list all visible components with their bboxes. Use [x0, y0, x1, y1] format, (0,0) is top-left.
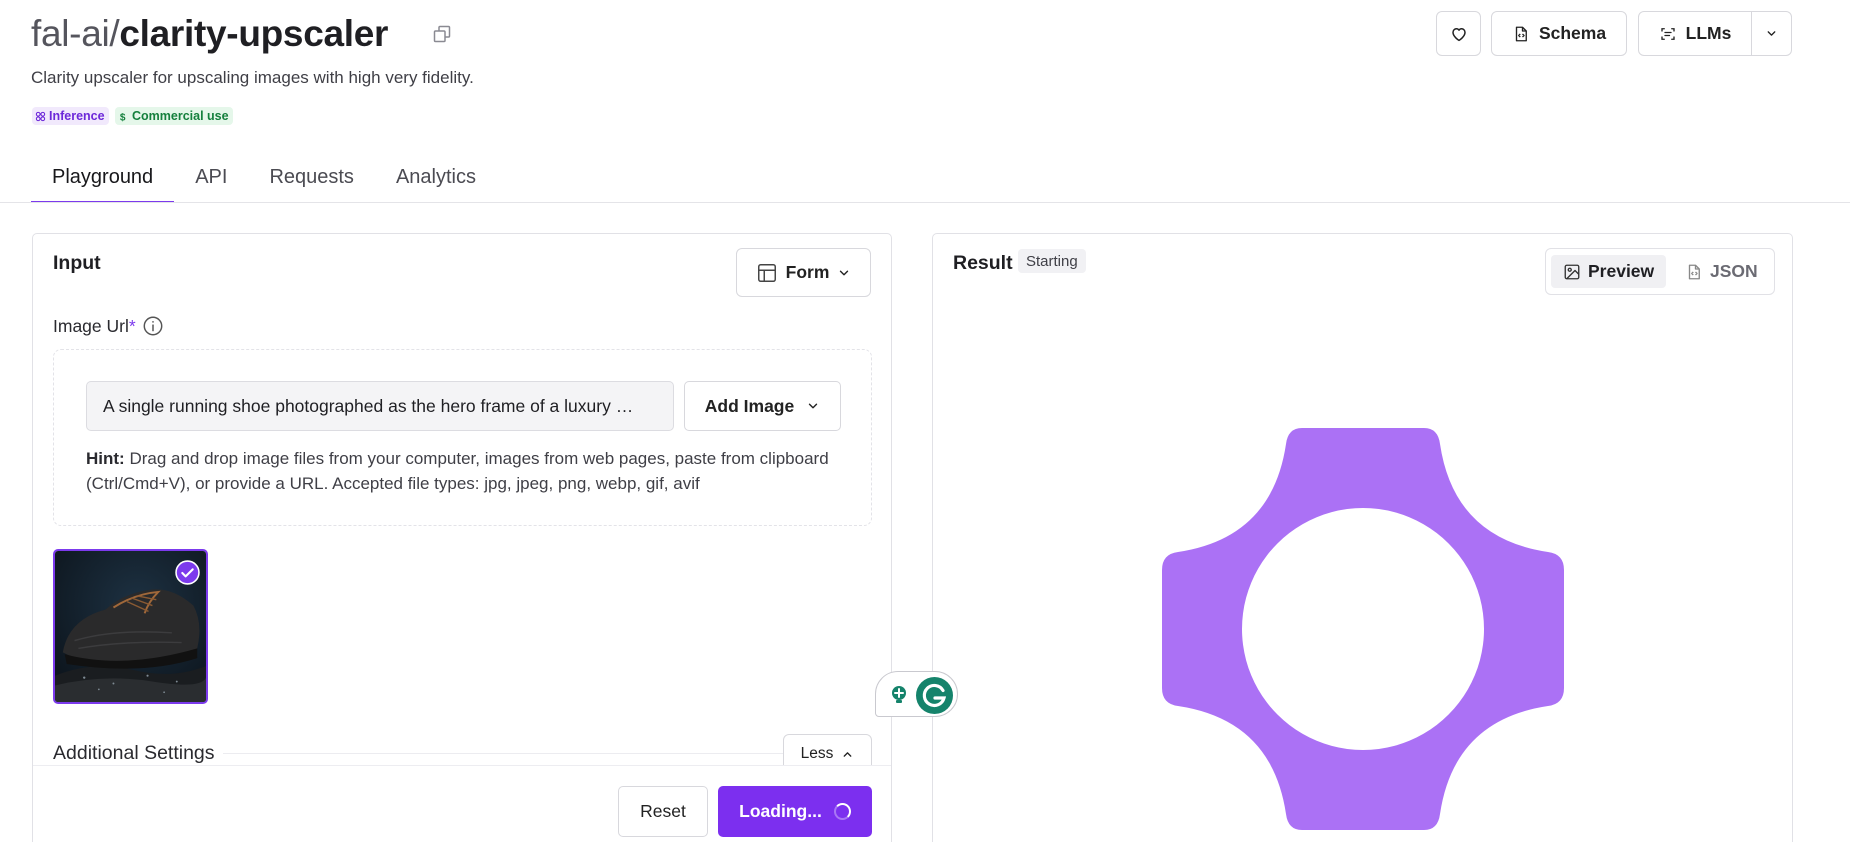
favorite-button[interactable] [1436, 11, 1481, 56]
image-dropzone[interactable]: Add Image Hint: Drag and drop image file… [53, 349, 872, 526]
copy-icon[interactable] [432, 24, 452, 44]
image-url-input[interactable] [86, 381, 674, 431]
reset-button[interactable]: Reset [618, 786, 708, 837]
file-code-icon [1688, 264, 1700, 279]
run-button[interactable]: Loading... [718, 786, 872, 837]
result-panel-title: Result [953, 252, 1013, 274]
spinner-icon [833, 803, 851, 820]
lightbulb-icon [892, 686, 906, 703]
layout-icon [757, 263, 776, 282]
grammarly-logo-icon [916, 677, 953, 714]
preview-label: Preview [1588, 261, 1655, 281]
heart-icon [1451, 27, 1466, 41]
chevron-up-icon [843, 751, 852, 757]
chevron-down-icon [840, 270, 849, 275]
chevron-down-icon [1767, 31, 1776, 36]
input-panel: Input Form Image Url* Add Image Hint: Dr… [32, 233, 892, 842]
add-image-label: Add Image [704, 395, 795, 416]
model-description: Clarity upscaler for upscaling images wi… [31, 68, 474, 87]
model-name: clarity-upscaler [119, 13, 389, 54]
inference-badge: Inference [32, 107, 109, 125]
scan-text-icon [1660, 27, 1675, 40]
tab-bar: Playground API Requests Analytics [31, 160, 497, 203]
llms-button[interactable]: LLMs [1638, 11, 1752, 56]
commercial-badge-label: Commercial use [132, 109, 229, 123]
page-title: fal-ai/clarity-upscaler [31, 12, 388, 56]
settings-divider [223, 753, 786, 754]
tab-playground[interactable]: Playground [31, 160, 175, 203]
image-url-label: Image Url * [53, 315, 164, 337]
view-toggle: Preview JSON [1545, 248, 1775, 295]
grammarly-widget[interactable] [875, 671, 958, 717]
tab-analytics[interactable]: Analytics [375, 160, 497, 203]
preview-view-button[interactable]: Preview [1551, 255, 1667, 288]
selected-check-icon [175, 560, 200, 585]
status-badge: Starting [1018, 249, 1086, 273]
required-mark: * [128, 315, 136, 336]
inference-badge-label: Inference [49, 109, 105, 123]
hint-label: Hint: [86, 449, 125, 468]
dollar-icon: $ [120, 112, 126, 121]
commercial-use-badge: $ Commercial use [115, 107, 233, 125]
tab-divider [0, 202, 1850, 203]
info-icon[interactable] [142, 315, 164, 337]
tab-api[interactable]: API [174, 160, 248, 203]
json-view-button[interactable]: JSON [1673, 255, 1770, 288]
additional-settings-heading: Additional Settings [53, 742, 215, 764]
uploaded-image-thumbnail[interactable] [53, 549, 208, 704]
svg-text:$: $ [120, 112, 126, 121]
llms-label: LLMs [1685, 23, 1732, 43]
chevron-down-icon [809, 403, 818, 409]
result-panel: Result Starting Preview JSON [932, 233, 1793, 842]
less-label: Less [800, 745, 834, 762]
run-button-label: Loading... [739, 801, 822, 821]
hint-text: Drag and drop image files from your comp… [86, 449, 829, 493]
add-image-button[interactable]: Add Image [684, 381, 841, 431]
file-code-icon [1515, 26, 1527, 41]
llms-dropdown-button[interactable] [1751, 11, 1792, 56]
form-mode-button[interactable]: Form [736, 248, 871, 297]
schema-label: Schema [1538, 23, 1607, 43]
upload-hint: Hint: Drag and drop image files from you… [86, 446, 846, 496]
tab-requests[interactable]: Requests [248, 160, 375, 203]
image-icon [1564, 264, 1580, 279]
schema-button[interactable]: Schema [1491, 11, 1627, 56]
input-panel-title: Input [53, 252, 101, 274]
json-label: JSON [1710, 261, 1758, 281]
image-url-label-text: Image Url [53, 315, 129, 336]
inference-icon [35, 111, 46, 121]
form-mode-label: Form [785, 262, 830, 282]
loading-graphic [1162, 428, 1564, 830]
model-owner: fal-ai/ [31, 13, 120, 54]
